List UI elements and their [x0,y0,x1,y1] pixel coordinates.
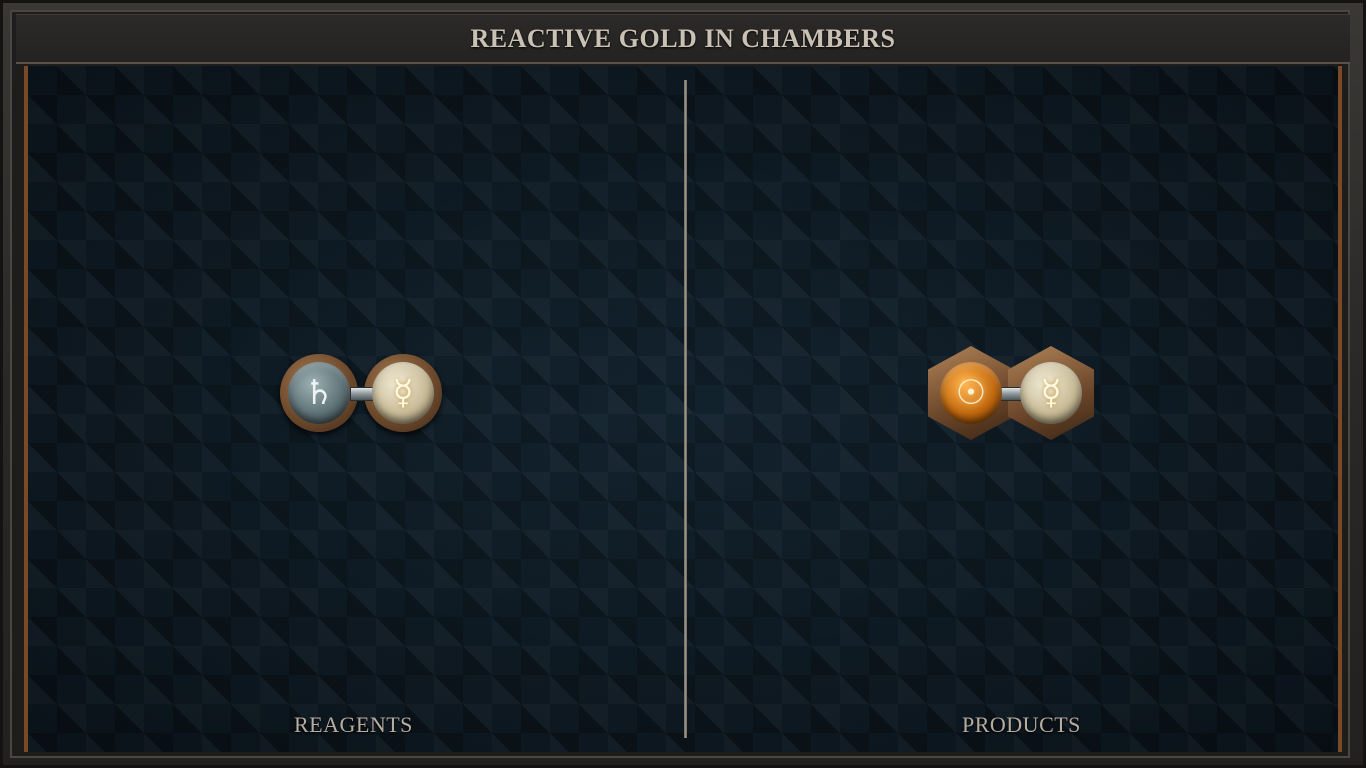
quicksilver-symbol-icon: ☿ [1040,373,1062,413]
title-bar: REACTIVE GOLD IN CHAMBERS [16,14,1350,64]
board-shade [28,66,1338,752]
reaction-board: ♄ ☿ ☉ ☿ REAGENTS PRODUCTS [24,66,1342,752]
reagent-molecule[interactable]: ♄ ☿ [280,348,444,438]
quicksilver-symbol-icon: ☿ [392,373,414,413]
gold-symbol-icon: ☉ [955,373,987,413]
product-molecule[interactable]: ☉ ☿ [928,346,1096,440]
quicksilver-atom[interactable]: ☿ [372,362,434,424]
gold-atom[interactable]: ☉ [940,362,1002,424]
lead-atom[interactable]: ♄ [288,362,350,424]
products-label: PRODUCTS [962,712,1081,737]
reagents-label: REAGENTS [294,712,413,737]
quicksilver-atom[interactable]: ☿ [1020,362,1082,424]
bond-connector [350,387,374,401]
panel-divider [684,80,687,738]
lead-symbol-icon: ♄ [303,373,335,413]
puzzle-title: REACTIVE GOLD IN CHAMBERS [470,23,896,53]
